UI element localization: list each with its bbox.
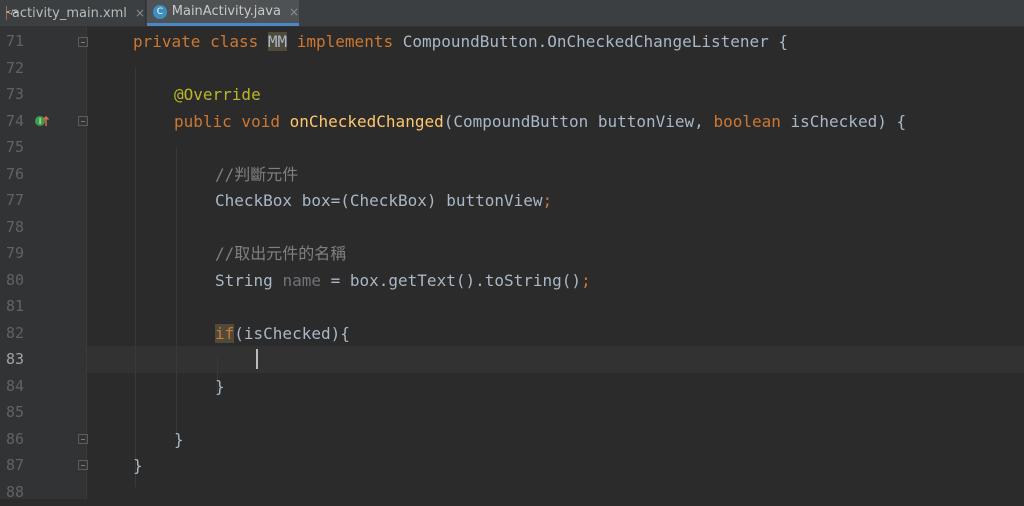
method-name: onCheckedChanged (289, 112, 444, 131)
editor-tab-bar: activity_main.xml × C MainActivity.java … (0, 0, 1024, 27)
line-number: 71 (6, 32, 25, 50)
keyword: public void (174, 112, 290, 131)
line-number: 83 (6, 350, 25, 368)
line-number: 87 (6, 456, 25, 474)
line-number: 79 (6, 244, 25, 262)
semicolon: ; (581, 271, 591, 290)
annotation: @Override (174, 85, 261, 104)
line-number: 82 (6, 324, 25, 342)
code-text: (isChecked){ (234, 324, 350, 343)
line-number: 85 (6, 403, 25, 421)
keyword: boolean (713, 112, 781, 131)
code-text: CompoundButton.OnCheckedChangeListener { (402, 32, 789, 51)
code-editor[interactable]: private class MM implements CompoundButt… (87, 27, 1024, 499)
code-text: isChecked) { (780, 112, 907, 131)
code-text: } (215, 377, 225, 396)
code-line-86: } (87, 426, 1024, 453)
keyword: private class (133, 32, 268, 51)
line-number: 86 (6, 430, 25, 448)
code-line-82: if(isChecked){ (87, 320, 1024, 347)
code-line-77: CheckBox box=(CheckBox) buttonView; (87, 187, 1024, 214)
line-number: 75 (6, 138, 25, 156)
line-number: 80 (6, 271, 25, 289)
keyword: implements (287, 32, 403, 51)
line-number: 81 (6, 297, 25, 315)
line-number: 88 (6, 483, 25, 501)
code-line-74: public void onCheckedChanged(CompoundBut… (87, 108, 1024, 135)
code-text: CheckBox box=(CheckBox) buttonView (215, 191, 543, 210)
code-line-73: @Override (87, 81, 1024, 108)
code-line-71: private class MM implements CompoundButt… (87, 28, 1024, 55)
tab-mainactivity-java[interactable]: C MainActivity.java × (147, 0, 299, 26)
comment: //判斷元件 (215, 165, 299, 184)
code-line-79: //取出元件的名稱 (87, 240, 1024, 267)
tab-label: activity_main.xml (11, 5, 127, 21)
xml-file-icon (6, 6, 17, 20)
tab-activity-main-xml[interactable]: activity_main.xml × (0, 0, 146, 26)
code-text: (CompoundButton buttonView, (443, 112, 714, 131)
code-line-84: } (87, 373, 1024, 400)
class-name: MM (267, 32, 288, 51)
code-text: String (215, 271, 283, 290)
code-line-87: } (87, 452, 1024, 479)
line-number: 72 (6, 59, 25, 77)
java-class-icon: C (153, 4, 167, 19)
keyword: if (215, 324, 235, 343)
unused-variable: name (282, 271, 321, 290)
line-number: 84 (6, 377, 25, 395)
tab-label: MainActivity.java (171, 4, 281, 19)
code-text: = box.getText().toString() (320, 271, 582, 290)
semicolon: ; (542, 191, 553, 210)
code-text: } (133, 456, 143, 475)
text-caret (256, 349, 258, 369)
line-number: 76 (6, 165, 25, 183)
close-tab-icon[interactable]: × (289, 5, 299, 19)
code-line-80: String name = box.getText().toString(); (87, 267, 1024, 294)
line-number: 73 (6, 85, 25, 103)
code-line-76: //判斷元件 (87, 161, 1024, 188)
line-number: 78 (6, 218, 25, 236)
svg-text:I: I (39, 117, 41, 126)
close-tab-icon[interactable]: × (135, 6, 145, 20)
override-method-icon[interactable]: I (34, 113, 50, 129)
line-number: 74 (6, 112, 25, 130)
line-number: 77 (6, 191, 25, 209)
code-text: } (174, 430, 184, 449)
comment: //取出元件的名稱 (215, 244, 347, 263)
